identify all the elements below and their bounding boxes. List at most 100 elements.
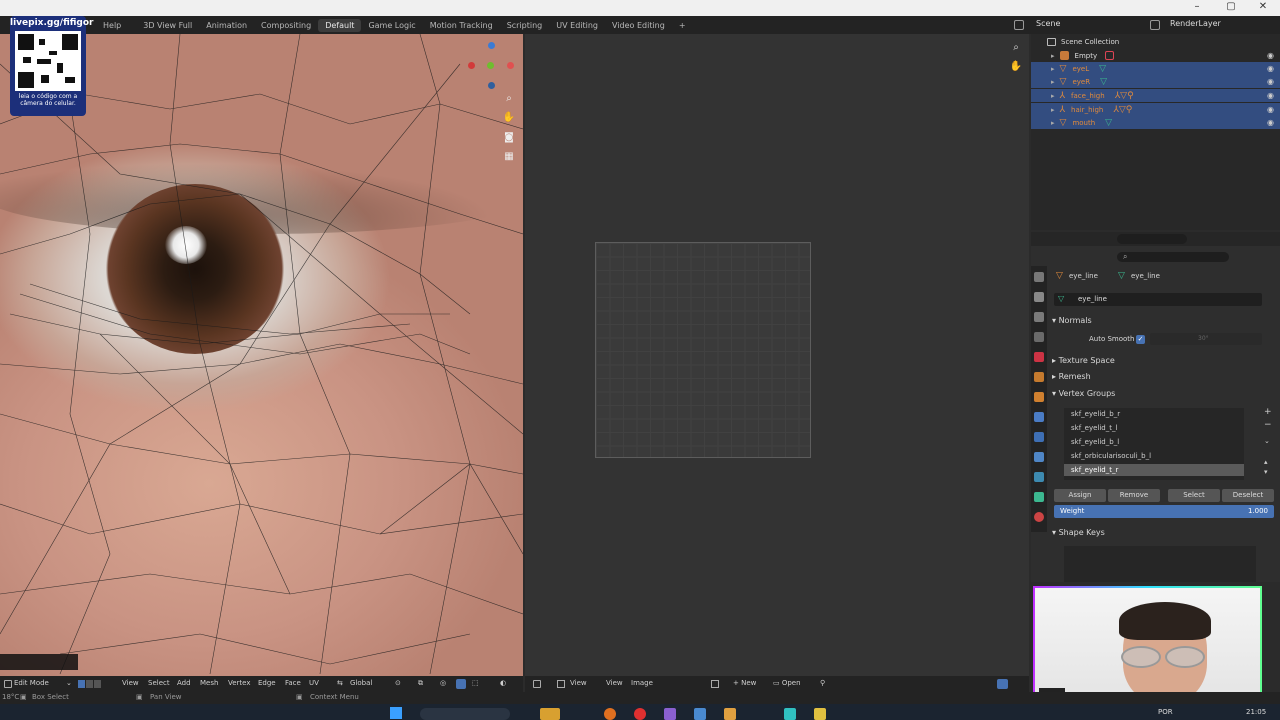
menu-uv[interactable]: UV (309, 679, 319, 687)
menu-edge[interactable]: Edge (258, 679, 276, 687)
snap-icon[interactable]: ⧉ (418, 679, 423, 688)
pivot-point-icon[interactable]: ⊙ (395, 679, 401, 687)
uv-grid[interactable] (595, 242, 811, 458)
shape-keys-section-header[interactable]: ▾ Shape Keys (1052, 528, 1105, 537)
menu-add[interactable]: Add (177, 679, 191, 687)
physics-tab-icon[interactable] (1034, 452, 1044, 462)
menu-view-mode[interactable]: View (570, 679, 587, 687)
view-layer-tab-icon[interactable] (1034, 332, 1044, 342)
remove-button[interactable]: Remove (1108, 489, 1160, 502)
taskbar-search-input[interactable] (420, 708, 510, 720)
vertex-select-icon[interactable] (78, 680, 85, 688)
texture-space-section-header[interactable]: ▸ Texture Space (1052, 356, 1115, 365)
add-vertex-group-button[interactable]: + (1264, 407, 1272, 417)
gizmo-neg-z-axis[interactable] (488, 82, 495, 89)
deselect-button[interactable]: Deselect (1222, 489, 1274, 502)
assign-button[interactable]: Assign (1054, 489, 1106, 502)
visibility-eye-icon[interactable]: ◉ (1267, 91, 1274, 100)
breadcrumb-object[interactable]: eye_line (1069, 272, 1098, 280)
overlay-toggle-icon[interactable] (456, 679, 466, 689)
menu-mesh[interactable]: Mesh (200, 679, 218, 687)
menu-face[interactable]: Face (285, 679, 301, 687)
expand-icon[interactable]: ▸ (1051, 65, 1055, 73)
blender-app-icon[interactable] (604, 708, 616, 720)
expand-icon[interactable]: ▸ (1051, 78, 1055, 86)
gizmo-z-axis[interactable] (488, 42, 495, 49)
remove-vertex-group-button[interactable]: − (1264, 420, 1272, 430)
tab-game-logic[interactable]: Game Logic (361, 19, 422, 32)
taskbar-app-icon[interactable] (540, 708, 560, 720)
tool-tab-icon[interactable] (1034, 272, 1044, 282)
visibility-eye-icon[interactable]: ◉ (1267, 51, 1274, 60)
move-up-icon[interactable]: ▴ (1264, 458, 1268, 466)
transform-orientation-selector[interactable]: Global (350, 679, 372, 687)
auto-smooth-checkbox[interactable]: ✓ (1136, 335, 1145, 344)
constraints-tab-icon[interactable] (1034, 472, 1044, 482)
gizmo-x-axis[interactable] (468, 62, 475, 69)
scene-selector[interactable]: Scene (1036, 19, 1060, 28)
menu-vertex[interactable]: Vertex (228, 679, 251, 687)
menu-image[interactable]: Image (631, 679, 653, 687)
operator-panel[interactable] (0, 654, 78, 670)
visibility-eye-icon[interactable]: ◉ (1267, 118, 1274, 127)
outliner-search-input[interactable] (1117, 234, 1187, 244)
visibility-eye-icon[interactable]: ◉ (1267, 105, 1274, 114)
outliner-item-face-high[interactable]: ▸ ⅄ face_high ⅄▽⚲ ◉ (1031, 89, 1280, 102)
render-layer-selector[interactable]: RenderLayer (1170, 19, 1221, 28)
tab-animation[interactable]: Animation (199, 19, 254, 32)
tab-default[interactable]: Default (318, 18, 362, 32)
scene-tab-icon[interactable] (1034, 352, 1044, 362)
add-workspace-button[interactable]: + (672, 19, 693, 32)
tab-motion-tracking[interactable]: Motion Tracking (423, 19, 500, 32)
editor-type-icon[interactable] (533, 680, 541, 688)
render-tab-icon[interactable] (1034, 292, 1044, 302)
viewport-shading-icon[interactable]: ◐ (500, 679, 506, 687)
hand-pan-icon[interactable]: ✋ (502, 111, 516, 125)
tab-compositing[interactable]: Compositing (254, 19, 318, 32)
output-tab-icon[interactable] (1034, 312, 1044, 322)
menu-select[interactable]: Select (148, 679, 170, 687)
3d-viewport[interactable]: ⌕ ✋ ◙ ▦ (0, 34, 523, 676)
expand-icon[interactable]: ▸ (1051, 106, 1055, 114)
new-image-button[interactable]: + New (733, 679, 756, 687)
visibility-eye-icon[interactable]: ◉ (1267, 77, 1274, 86)
taskbar-app-icon[interactable] (664, 708, 676, 720)
editor-type-icon[interactable] (4, 680, 12, 688)
image-overlay-icon[interactable] (997, 679, 1008, 689)
outliner-item-empty[interactable]: ▸ Empty ◉ (1031, 49, 1280, 62)
minimize-icon[interactable]: – (1186, 1, 1208, 15)
taskbar-app-icon[interactable] (694, 708, 706, 720)
shape-keys-list[interactable] (1064, 546, 1256, 582)
xray-icon[interactable]: ⬚ (472, 679, 479, 687)
list-item[interactable]: skf_eyelid_t_l (1064, 422, 1244, 434)
pin-icon[interactable]: ⚲ (820, 679, 825, 687)
world-tab-icon[interactable] (1034, 372, 1044, 382)
menu-view[interactable]: View (606, 679, 623, 687)
list-item-active[interactable]: skf_eyelid_t_r (1064, 464, 1244, 476)
list-item[interactable]: skf_eyelid_b_l (1064, 436, 1244, 448)
weight-slider[interactable]: Weight 1.000 (1054, 505, 1274, 518)
vertex-groups-section-header[interactable]: ▾ Vertex Groups (1052, 389, 1115, 398)
windows-start-icon[interactable] (390, 707, 402, 719)
tab-uv-editing[interactable]: UV Editing (549, 19, 605, 32)
taskbar-app-icon[interactable] (784, 708, 796, 720)
outliner-item-hair-high[interactable]: ▸ ⅄ hair_high ⅄▽⚲ ◉ (1031, 103, 1280, 116)
data-tab-icon[interactable] (1034, 492, 1044, 502)
maximize-icon[interactable]: ▢ (1220, 1, 1242, 15)
close-icon[interactable]: ✕ (1252, 1, 1274, 15)
image-pan-icon[interactable]: ✋ (1009, 61, 1023, 75)
menu-view[interactable]: View (122, 679, 139, 687)
move-down-icon[interactable]: ▾ (1264, 468, 1268, 476)
list-item[interactable]: skf_orbicularisoculi_b_l (1064, 450, 1244, 462)
chrome-app-icon[interactable] (634, 708, 646, 720)
proportional-edit-icon[interactable]: ◎ (440, 679, 446, 687)
remesh-section-header[interactable]: ▸ Remesh (1052, 372, 1091, 381)
view-mode-icon[interactable] (557, 680, 565, 688)
open-image-button[interactable]: ▭ Open (773, 679, 801, 687)
material-tab-icon[interactable] (1034, 512, 1044, 522)
vertex-group-specials-icon[interactable]: ⌄ (1264, 437, 1270, 445)
tab-video-editing[interactable]: Video Editing (605, 19, 672, 32)
face-select-icon[interactable] (94, 680, 101, 688)
properties-search-input[interactable] (1117, 252, 1229, 262)
outliner-item-mouth[interactable]: ▸ ▽ mouth ▽ ◉ (1031, 116, 1280, 129)
